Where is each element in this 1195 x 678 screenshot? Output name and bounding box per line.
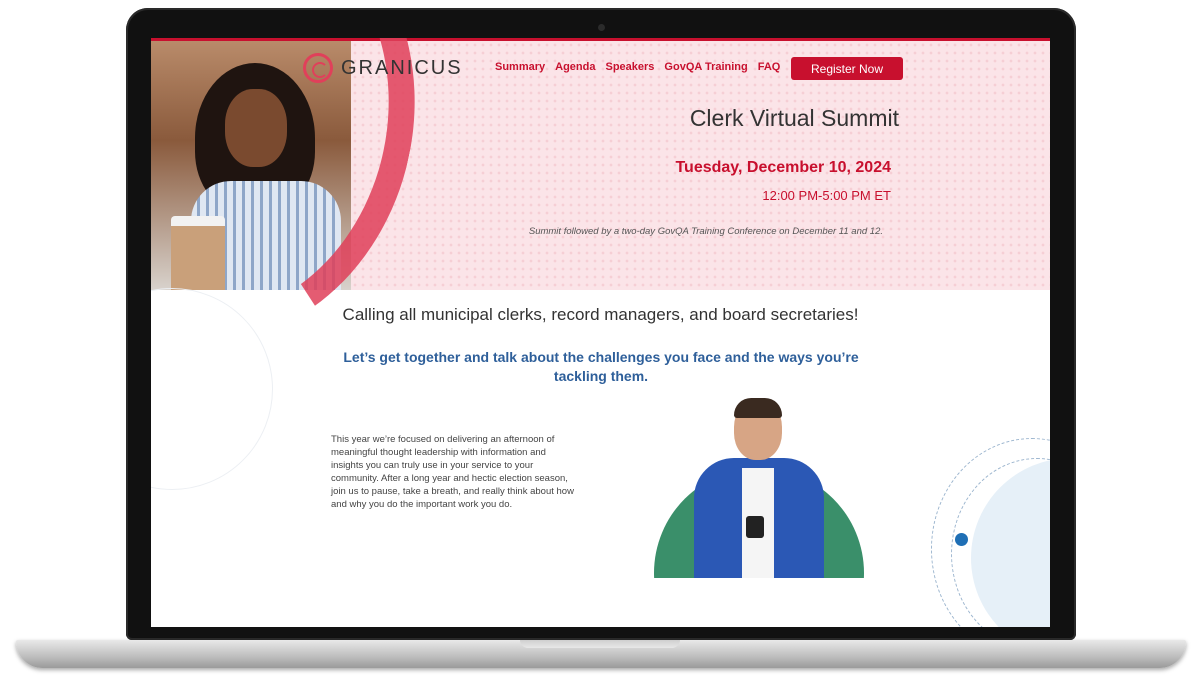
followup-note: Summit followed by a two-day GovQA Train… [528,226,883,237]
nav-faq[interactable]: FAQ [758,61,781,73]
phone-icon [746,516,764,538]
nav-summary[interactable]: Summary [495,61,545,73]
audience-callout: Calling all municipal clerks, record man… [342,305,859,324]
tagline: Let’s get together and talk about the ch… [343,349,859,384]
laptop-notch [520,640,680,648]
hero-banner: GRANICUS Summary Agenda Speakers GovQA T… [151,38,1050,378]
event-time: 12:00 PM-5:00 PM ET [762,188,891,203]
granicus-logo-icon [303,53,333,83]
photo-man-with-phone [654,398,864,578]
register-now-button[interactable]: Register Now [791,57,903,80]
event-title: Clerk Virtual Summit [689,105,899,131]
nav-agenda[interactable]: Agenda [555,61,595,73]
main-nav: Summary Agenda Speakers GovQA Training F… [495,61,780,73]
webcam [598,24,605,31]
nav-speakers[interactable]: Speakers [605,61,654,73]
granicus-logo[interactable]: GRANICUS [303,53,463,83]
browser-screen: GRANICUS Summary Agenda Speakers GovQA T… [151,38,1050,627]
decorative-dot [955,533,968,546]
event-date: Tuesday, December 10, 2024 [675,159,891,176]
logo-text: GRANICUS [341,56,463,79]
intro-paragraph: This year we’re focused on delivering an… [331,434,574,510]
nav-govqa-training[interactable]: GovQA Training [664,61,747,73]
